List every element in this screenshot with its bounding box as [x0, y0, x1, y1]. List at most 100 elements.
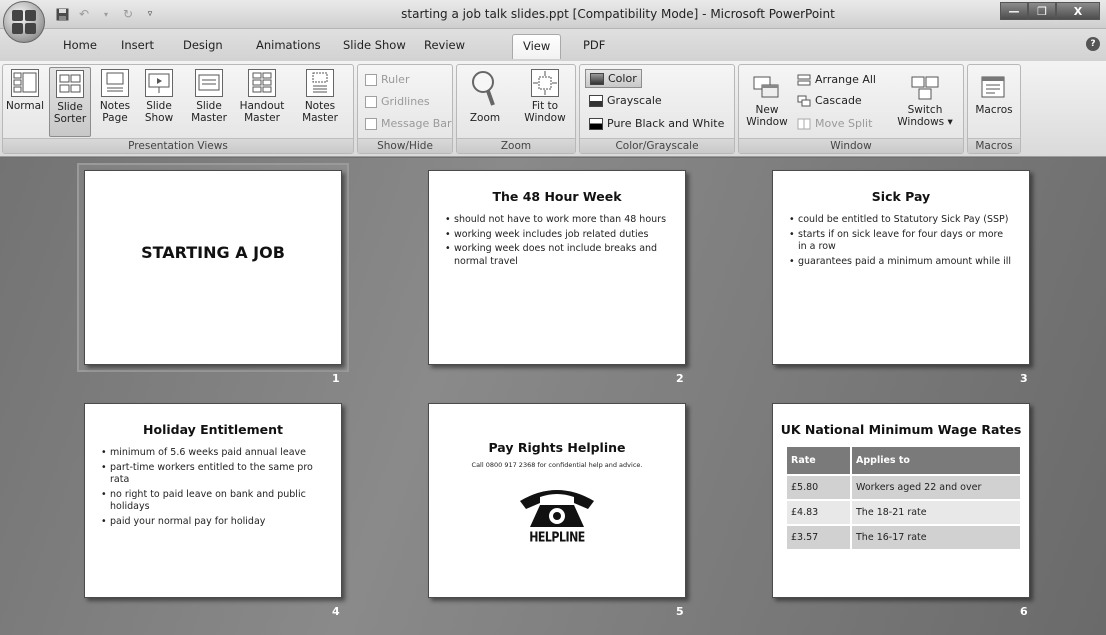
table-row: £5.80 Workers aged 22 and over — [787, 474, 1020, 500]
zoom-button[interactable]: Zoom — [465, 67, 505, 124]
slide-show-icon — [145, 69, 173, 97]
group-label: Color/Grayscale — [580, 138, 734, 153]
ruler-checkbox[interactable]: Ruler — [365, 73, 409, 86]
table-cell: £4.83 — [787, 499, 852, 525]
color-button[interactable]: Color — [585, 69, 642, 88]
notes-master-label-1: Notes — [304, 100, 336, 112]
slide-sorter-icon — [56, 70, 84, 98]
bullet-item: could be entitled to Statutory Sick Pay … — [789, 214, 1013, 227]
bullet-item: part-time workers entitled to the same p… — [101, 462, 325, 487]
group-zoom: Zoom Fit to Window Zoom — [456, 64, 576, 154]
slide-6[interactable]: UK National Minimum Wage Rates Rate Appl… — [772, 403, 1030, 598]
table-row: £3.57 The 16-17 rate — [787, 524, 1020, 549]
slide-title: UK National Minimum Wage Rates — [780, 422, 1022, 437]
slide-title: The 48 Hour Week — [492, 189, 622, 204]
slide-master-label-1: Slide — [196, 100, 222, 112]
notes-page-label-1: Notes — [99, 100, 131, 112]
handout-master-label-1: Handout — [239, 100, 285, 112]
group-label: Show/Hide — [358, 138, 452, 153]
zoom-label: Zoom — [469, 112, 501, 124]
fit-to-window-button[interactable]: Fit to Window — [519, 67, 571, 124]
table-header-cell: Applies to — [851, 447, 1020, 475]
slide-5[interactable]: Pay Rights Helpline Call 0800 917 2368 f… — [428, 403, 686, 598]
group-macros: Macros Macros — [967, 64, 1021, 154]
tab-home[interactable]: Home — [63, 38, 97, 52]
bullet-item: paid your normal pay for holiday — [101, 516, 325, 529]
fit-to-window-label-2: Window — [524, 112, 566, 124]
slide-1[interactable]: STARTING A JOB — [84, 170, 342, 365]
tab-review[interactable]: Review — [424, 38, 465, 52]
gridlines-label: Gridlines — [381, 95, 430, 108]
switch-windows-label-2: Windows ▾ — [897, 116, 953, 128]
slide-show-label-2: Show — [144, 112, 174, 124]
restore-button[interactable]: ❐ — [1028, 2, 1056, 20]
slide-sorter-label-2: Sorter — [53, 113, 87, 125]
group-window: New Window Arrange All Cascade Move Spli… — [738, 64, 964, 154]
helpline-label: HELPLINE — [529, 529, 585, 546]
switch-windows-label-1: Switch — [907, 104, 943, 116]
normal-view-icon — [11, 69, 39, 97]
pure-black-white-button[interactable]: Pure Black and White — [589, 117, 724, 130]
slide-master-label-2: Master — [191, 112, 227, 124]
cascade-label: Cascade — [815, 94, 862, 107]
table-cell: The 18-21 rate — [851, 499, 1020, 525]
move-split-icon — [797, 118, 811, 129]
fit-to-window-label-1: Fit to — [531, 100, 559, 112]
bullet-item: should not have to work more than 48 hou… — [445, 214, 669, 227]
cascade-button[interactable]: Cascade — [797, 94, 862, 107]
normal-view-label: Normal — [6, 100, 44, 112]
slide-number: 4 — [332, 605, 340, 618]
office-button[interactable] — [3, 1, 45, 43]
notes-master-button[interactable]: Notes Master — [293, 67, 347, 124]
arrange-all-button[interactable]: Arrange All — [797, 73, 876, 86]
bullet-list: could be entitled to Statutory Sick Pay … — [789, 214, 1013, 268]
slide-2[interactable]: The 48 Hour Week should not have to work… — [428, 170, 686, 365]
grayscale-button[interactable]: Grayscale — [589, 94, 662, 107]
slide-4[interactable]: Holiday Entitlement minimum of 5.6 weeks… — [84, 403, 342, 598]
help-icon[interactable]: ? — [1086, 37, 1100, 51]
handout-master-label-2: Master — [244, 112, 280, 124]
switch-windows-button[interactable]: Switch Windows ▾ — [895, 67, 955, 128]
gridlines-checkbox[interactable]: Gridlines — [365, 95, 430, 108]
move-split-label: Move Split — [815, 117, 873, 130]
checkbox-icon — [365, 117, 377, 130]
slide-number: 2 — [676, 372, 684, 385]
group-label: Window — [739, 138, 963, 153]
slide-show-view-button[interactable]: Slide Show — [139, 67, 179, 124]
ruler-label: Ruler — [381, 73, 410, 86]
group-color-grayscale: Color Grayscale Pure Black and White Col… — [579, 64, 735, 154]
message-bar-checkbox[interactable]: Message Bar — [365, 117, 452, 130]
tab-animations[interactable]: Animations — [256, 38, 321, 52]
slide-title: Pay Rights Helpline — [488, 440, 626, 455]
slide-number: 1 — [332, 372, 340, 385]
arrange-all-icon — [797, 74, 811, 85]
bullet-item: working week does not include breaks and… — [445, 243, 669, 268]
window-title: starting a job talk slides.ppt [Compatib… — [401, 7, 835, 21]
move-split-button[interactable]: Move Split — [797, 117, 872, 130]
checkbox-icon — [365, 95, 377, 108]
new-window-label-2: Window — [746, 116, 788, 128]
notes-page-button[interactable]: Notes Page — [95, 67, 135, 124]
new-window-button[interactable]: New Window — [743, 67, 791, 128]
tab-slide-show[interactable]: Slide Show — [343, 38, 406, 52]
tab-view[interactable]: View — [512, 34, 562, 59]
table-cell: £5.80 — [787, 474, 852, 500]
macros-button[interactable]: Macros — [972, 67, 1016, 116]
new-window-icon — [752, 75, 782, 101]
slide-3[interactable]: Sick Pay could be entitled to Statutory … — [772, 170, 1030, 365]
handout-master-button[interactable]: Handout Master — [235, 67, 289, 124]
slide-sorter-button[interactable]: Slide Sorter — [49, 67, 91, 137]
tab-insert[interactable]: Insert — [121, 38, 154, 52]
table-header-row: Rate Applies to — [787, 447, 1020, 475]
tab-pdf[interactable]: PDF — [583, 38, 605, 52]
group-label: Zoom — [457, 138, 575, 153]
bullet-item: starts if on sick leave for four days or… — [789, 229, 1013, 254]
normal-view-button[interactable]: Normal — [5, 67, 45, 112]
close-button[interactable]: X — [1056, 2, 1100, 20]
tab-design[interactable]: Design — [183, 38, 223, 52]
office-logo-icon — [12, 10, 36, 34]
black-white-swatch-icon — [589, 117, 603, 130]
notes-master-label-2: Master — [302, 112, 338, 124]
minimize-button[interactable]: — — [1000, 2, 1028, 20]
slide-master-button[interactable]: Slide Master — [187, 67, 231, 124]
